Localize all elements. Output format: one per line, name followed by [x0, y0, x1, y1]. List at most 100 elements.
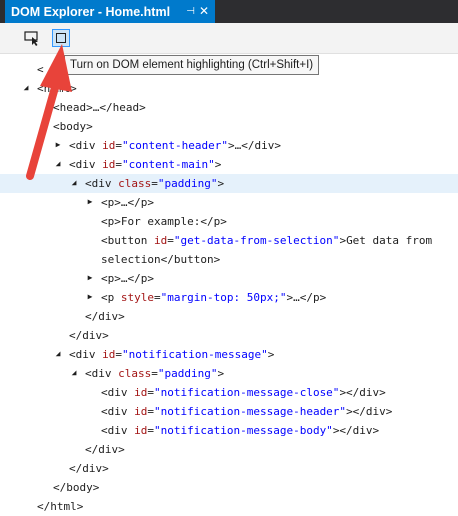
markup-token-tag: </div> — [85, 443, 125, 456]
markup-token-val: "padding" — [157, 177, 218, 190]
markup-token-tag: </button> — [160, 253, 221, 266]
tooltip-text: Turn on DOM element highlighting (Ctrl+S… — [70, 59, 314, 71]
expand-triangle-icon[interactable]: ▶ — [85, 197, 95, 207]
toolbar — [0, 23, 458, 54]
dom-tree-node[interactable]: ◢ <div class="padding"> — [0, 174, 458, 193]
markup-token-attr: id — [134, 386, 148, 399]
dom-tree-node[interactable]: ◢ <html> — [0, 79, 458, 98]
collapse-triangle-icon[interactable]: ◢ — [69, 368, 79, 378]
markup-token-tag: <div — [69, 348, 103, 361]
tooltip: Turn on DOM element highlighting (Ctrl+S… — [64, 55, 320, 75]
dom-node-markup: </html> — [37, 497, 83, 516]
markup-token-attr: style — [120, 291, 154, 304]
expand-triangle-icon[interactable]: ▶ — [53, 140, 63, 150]
dom-tree-node[interactable]: ◢ <div class="padding"> — [0, 364, 458, 383]
markup-token-tag: <html> — [37, 82, 77, 95]
markup-token-tag: <div — [85, 367, 119, 380]
markup-token-tag: = — [151, 177, 158, 190]
collapse-triangle-icon[interactable]: ◢ — [53, 349, 63, 359]
markup-token-tag: >…</div> — [227, 139, 281, 152]
markup-token-tag: </div> — [85, 310, 125, 323]
dom-tree-node[interactable]: <p>For example:</p> — [0, 212, 458, 231]
markup-token-tag: = — [147, 424, 154, 437]
dom-node-markup: <div id="notification-message-close"></d… — [101, 383, 386, 402]
dom-tree-node[interactable]: <div id="notification-message-close"></d… — [0, 383, 458, 402]
markup-token-attr: class — [118, 177, 152, 190]
markup-token-val: "notification-message-body" — [154, 424, 333, 437]
markup-token-attr: id — [134, 424, 148, 437]
markup-token-attr: id — [153, 234, 168, 247]
markup-token-tag: = — [115, 158, 122, 171]
dom-node-markup: <p>…</p> — [101, 269, 154, 288]
pin-icon[interactable]: ⊣ — [186, 6, 195, 17]
markup-token-tag: <p — [101, 291, 121, 304]
dom-node-markup: <p>For example:</p> — [101, 212, 227, 231]
dom-node-markup: <button id="get-data-from-selection">Get… — [101, 231, 432, 250]
markup-token-tag: <div — [101, 386, 135, 399]
markup-token-val: "notification-message-close" — [154, 386, 340, 399]
expand-triangle-icon[interactable]: ▶ — [85, 273, 95, 283]
markup-token-tag: ></div> — [346, 405, 393, 418]
markup-token-tag: <p>…</p> — [101, 196, 154, 209]
dom-tree-node[interactable]: </div> — [0, 326, 458, 345]
dom-tree-node[interactable]: <div id="notification-message-body"></di… — [0, 421, 458, 440]
dom-tree-node[interactable]: ▶ <div id="content-header">…</div> — [0, 136, 458, 155]
markup-token-tag: <div — [101, 405, 135, 418]
markup-token-attr: class — [118, 367, 152, 380]
markup-token-tag: > — [217, 177, 225, 190]
dom-tree-node[interactable]: selection</button> — [0, 250, 458, 269]
dom-node-markup: <body> — [53, 117, 93, 136]
markup-token-tag: >…</p> — [286, 291, 327, 304]
markup-token-attr: id — [102, 158, 116, 171]
select-element-button[interactable] — [23, 29, 41, 47]
dom-node-markup: <div class="padding"> — [85, 364, 224, 383]
dom-node-markup: </div> — [85, 440, 125, 459]
markup-token-text: For example: — [120, 215, 201, 228]
dom-node-markup: <div id="content-header">…</div> — [69, 136, 281, 155]
dom-tree-node[interactable]: <head>…</head> — [0, 98, 458, 117]
markup-token-tag: <div — [69, 158, 103, 171]
markup-token-tag: ></div> — [339, 386, 386, 399]
dom-tree-node[interactable]: <button id="get-data-from-selection">Get… — [0, 231, 458, 250]
collapse-triangle-icon[interactable]: ◢ — [21, 83, 31, 93]
expand-triangle-icon[interactable]: ▶ — [85, 292, 95, 302]
dom-tree-node[interactable]: <div id="notification-message-header"></… — [0, 402, 458, 421]
dom-node-markup: <p style="margin-top: 50px;">…</p> — [101, 288, 326, 307]
markup-token-tag: = — [115, 348, 122, 361]
dom-node-markup: </div> — [85, 307, 125, 326]
dom-tree-node[interactable]: </html> — [0, 497, 458, 516]
markup-token-tag: = — [154, 291, 161, 304]
markup-token-tag: > — [267, 348, 275, 361]
markup-token-tag: > — [214, 158, 222, 171]
markup-token-tag: <head>…</head> — [53, 101, 146, 114]
dom-highlighting-toggle-button[interactable] — [52, 29, 70, 47]
markup-token-val: "margin-top: 50px;" — [160, 291, 287, 304]
dom-tree-node[interactable]: ▶ <p>…</p> — [0, 269, 458, 288]
highlight-toggle-icon — [56, 33, 66, 43]
tab-dom-explorer[interactable]: DOM Explorer - Home.html ⊣ ✕ — [5, 0, 215, 23]
markup-token-tag: </div> — [69, 462, 109, 475]
dom-tree-node[interactable]: ▶ <p>…</p> — [0, 193, 458, 212]
markup-token-tag: </html> — [37, 500, 84, 513]
dom-tree-node[interactable]: </div> — [0, 307, 458, 326]
markup-token-val: "get-data-from-selection" — [173, 234, 340, 247]
markup-token-tag: = — [167, 234, 174, 247]
dom-tree-node[interactable]: <body> — [0, 117, 458, 136]
markup-token-tag: <div — [85, 177, 119, 190]
dom-tree-node[interactable]: ◢ <div id="notification-message"> — [0, 345, 458, 364]
markup-token-attr: id — [134, 405, 148, 418]
markup-token-tag: = — [147, 386, 154, 399]
markup-token-tag: <button — [101, 234, 154, 247]
collapse-triangle-icon[interactable]: ◢ — [53, 159, 63, 169]
markup-token-tag: </div> — [69, 329, 109, 342]
dom-tree-node[interactable]: </body> — [0, 478, 458, 497]
dom-tree-node[interactable]: </div> — [0, 440, 458, 459]
dom-node-markup: </div> — [69, 459, 109, 478]
dom-tree-node[interactable]: ▶ <p style="margin-top: 50px;">…</p> — [0, 288, 458, 307]
collapse-triangle-icon[interactable]: ◢ — [69, 178, 79, 188]
dom-tree-node[interactable]: </div> — [0, 459, 458, 478]
dom-node-markup: <head>…</head> — [53, 98, 146, 117]
dom-tree-node[interactable]: ◢ <div id="content-main"> — [0, 155, 458, 174]
close-icon[interactable]: ✕ — [199, 4, 209, 18]
markup-token-tag: <div — [101, 424, 135, 437]
